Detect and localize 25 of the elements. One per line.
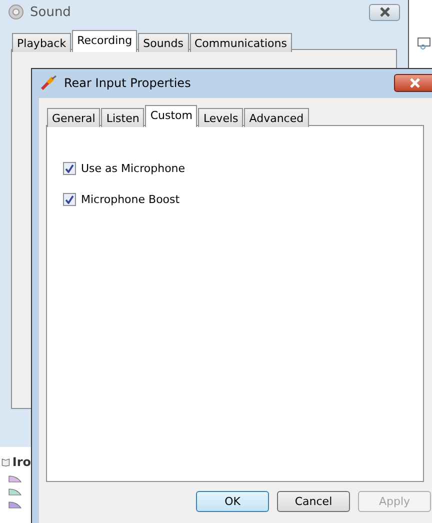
close-icon (378, 7, 390, 17)
dialog-title: Rear Input Properties (64, 76, 191, 90)
tab[interactable]: Communications (190, 33, 292, 52)
checkbox-label: Use as Microphone (81, 162, 186, 175)
tab[interactable]: Advanced (244, 108, 309, 127)
tab[interactable]: Playback (12, 33, 72, 52)
speaker-icon (8, 4, 24, 20)
plug-icon (40, 75, 58, 91)
tab[interactable]: Recording (72, 30, 138, 52)
close-icon (408, 78, 422, 88)
shape-icons-drawing (7, 474, 23, 510)
close-button[interactable] (369, 4, 400, 20)
tab[interactable]: General (47, 108, 100, 127)
checkbox[interactable] (63, 193, 76, 206)
tab[interactable]: Custom (145, 105, 198, 127)
close-button[interactable] (394, 74, 432, 92)
tab[interactable]: Listen (101, 108, 144, 127)
tab[interactable]: Sounds (138, 33, 188, 52)
panel-title: Iro (12, 455, 31, 469)
tab[interactable]: Levels (198, 108, 244, 127)
checkbox-label: Microphone Boost (81, 193, 180, 206)
window-title: Sound (30, 4, 71, 20)
dialog-button[interactable]: OK (196, 491, 269, 512)
checkbox[interactable] (63, 162, 76, 175)
dialog-button[interactable]: Cancel (277, 491, 350, 512)
